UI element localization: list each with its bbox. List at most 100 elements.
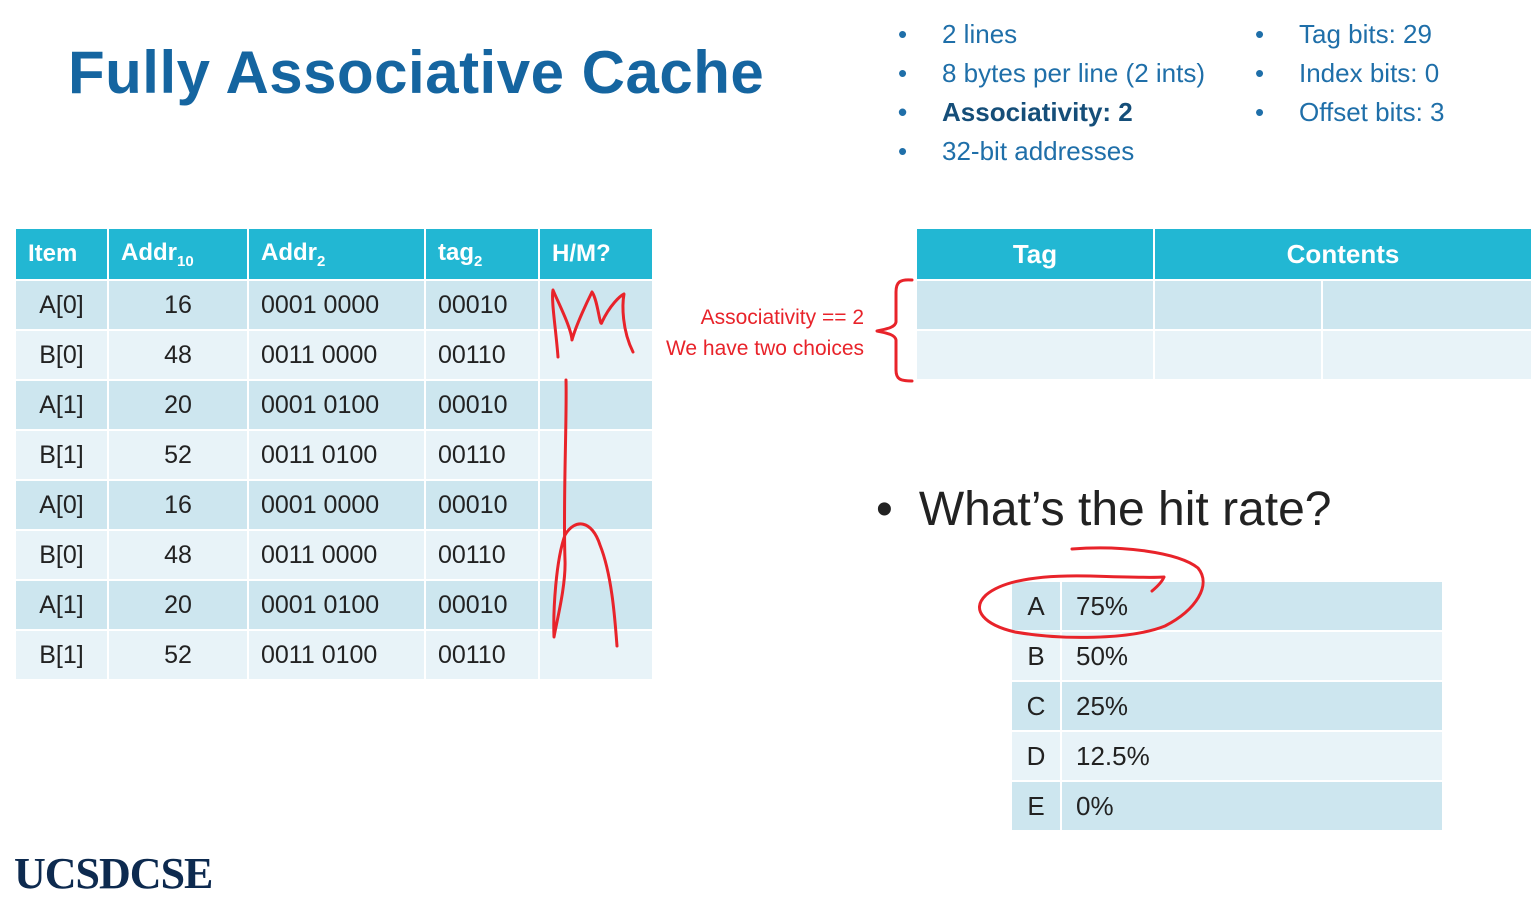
table-row: A[1] 20 0001 0100 00010 <box>14 579 654 631</box>
header-tag2-subscript: 2 <box>474 252 483 270</box>
cell-tag2: 00010 <box>424 579 540 631</box>
cell-addr10: 16 <box>107 279 249 331</box>
cell-tag2: 00110 <box>424 329 540 381</box>
table-row: B[0] 48 0011 0000 00110 <box>14 529 654 581</box>
bullet-index-bits: Index bits: 0 <box>1255 55 1444 94</box>
cell-tag2: 00010 <box>424 279 540 331</box>
answer-option[interactable]: D 12.5% <box>1010 730 1444 782</box>
bullet-dot: • <box>876 483 893 536</box>
cell-hit-miss <box>538 529 654 581</box>
ucsd-cse-logo: UCSDCSE <box>14 849 213 898</box>
annotation-brace <box>875 278 914 383</box>
table-row: A[1] 20 0001 0100 00010 <box>14 379 654 431</box>
cell-addr10: 52 <box>107 429 249 481</box>
header-tag2: tag2 <box>424 227 540 281</box>
cell-addr2: 0001 0000 <box>247 279 426 331</box>
cell-hit-miss <box>538 579 654 631</box>
cell-tag2: 00110 <box>424 629 540 681</box>
annotation-line-1: Associativity == 2 <box>700 306 864 329</box>
bullet-bytes-per-line: 8 bytes per line (2 ints) <box>898 55 1205 94</box>
option-value: 75% <box>1060 580 1444 632</box>
bullet-associativity: Associativity: 2 <box>898 94 1205 133</box>
cell-addr10: 16 <box>107 479 249 531</box>
bullet-address-width: 32-bit addresses <box>898 133 1205 172</box>
header-addr10: Addr10 <box>107 227 249 281</box>
cell-hit-miss <box>538 629 654 681</box>
cell-addr2: 0001 0100 <box>247 379 426 431</box>
cell-addr2: 0011 0100 <box>247 629 426 681</box>
cell-hit-miss <box>538 429 654 481</box>
cell-item: B[1] <box>14 429 109 481</box>
header-addr2-subscript: 2 <box>317 252 326 270</box>
cell-tag2: 00010 <box>424 379 540 431</box>
cell-item: A[0] <box>14 479 109 531</box>
cache-contents-cell <box>1153 279 1323 331</box>
table-header-row: Item Addr10 Addr2 tag2 H/M? <box>14 227 654 281</box>
option-value: 12.5% <box>1060 730 1444 782</box>
answer-option[interactable]: A 75% <box>1010 580 1444 632</box>
bullet-tag-bits: Tag bits: 29 <box>1255 16 1444 55</box>
option-letter: B <box>1010 630 1062 682</box>
cell-addr10: 20 <box>107 379 249 431</box>
table-row: B[1] 52 0011 0100 00110 <box>14 629 654 681</box>
cell-item: B[1] <box>14 629 109 681</box>
option-value: 0% <box>1060 780 1444 832</box>
header-tag: Tag <box>915 227 1155 281</box>
cell-item: B[0] <box>14 529 109 581</box>
bullet-offset-bits: Offset bits: 3 <box>1255 94 1444 133</box>
cache-line-row <box>915 329 1533 381</box>
cell-addr10: 48 <box>107 529 249 581</box>
slide-title: Fully Associative Cache <box>68 39 765 106</box>
option-value: 25% <box>1060 680 1444 732</box>
cell-addr2: 0011 0000 <box>247 329 426 381</box>
cell-hit-miss <box>538 279 654 331</box>
cell-addr10: 52 <box>107 629 249 681</box>
cell-addr10: 48 <box>107 329 249 381</box>
table-row: B[1] 52 0011 0100 00110 <box>14 429 654 481</box>
header-item: Item <box>14 227 109 281</box>
table-header-row: Tag Contents <box>915 227 1533 281</box>
table-row: B[0] 48 0011 0000 00110 <box>14 329 654 381</box>
annotation-line-2: We have two choices <box>665 337 864 360</box>
question-text: What’s the hit rate? <box>918 483 1332 536</box>
access-sequence-table: Item Addr10 Addr2 tag2 H/M? A[0] 16 0001… <box>14 227 654 681</box>
answer-option[interactable]: B 50% <box>1010 630 1444 682</box>
header-addr10-subscript: 10 <box>177 252 194 270</box>
cell-item: B[0] <box>14 329 109 381</box>
cache-contents-cell <box>1321 279 1533 331</box>
cache-lines-table: Tag Contents <box>915 227 1533 381</box>
cell-addr2: 0001 0100 <box>247 579 426 631</box>
cell-addr2: 0011 0000 <box>247 529 426 581</box>
header-hit-miss: H/M? <box>538 227 654 281</box>
cache-contents-cell <box>1153 329 1323 381</box>
cell-tag2: 00010 <box>424 479 540 531</box>
table-row: A[0] 16 0001 0000 00010 <box>14 479 654 531</box>
cell-tag2: 00110 <box>424 529 540 581</box>
option-letter: D <box>1010 730 1062 782</box>
associativity-annotation: Associativity == 2 We have two choices <box>664 302 864 364</box>
cache-tag-cell <box>915 279 1155 331</box>
table-row: A[0] 16 0001 0000 00010 <box>14 279 654 331</box>
answer-option[interactable]: E 0% <box>1010 780 1444 832</box>
answer-option[interactable]: C 25% <box>1010 680 1444 732</box>
cell-tag2: 00110 <box>424 429 540 481</box>
option-letter: A <box>1010 580 1062 632</box>
header-contents: Contents <box>1153 227 1533 281</box>
cell-addr2: 0011 0100 <box>247 429 426 481</box>
cell-hit-miss <box>538 379 654 431</box>
cache-line-row <box>915 279 1533 331</box>
answer-options-table: A 75% B 50% C 25% D 12.5% E 0% <box>1010 580 1444 832</box>
cell-item: A[1] <box>14 379 109 431</box>
cell-addr2: 0001 0000 <box>247 479 426 531</box>
cell-hit-miss <box>538 329 654 381</box>
cache-contents-cell <box>1321 329 1533 381</box>
quiz-question: • What’s the hit rate? <box>876 482 1331 537</box>
header-addr2: Addr2 <box>247 227 426 281</box>
cell-addr10: 20 <box>107 579 249 631</box>
option-value: 50% <box>1060 630 1444 682</box>
cache-tag-cell <box>915 329 1155 381</box>
option-letter: C <box>1010 680 1062 732</box>
bit-breakdown-list: Tag bits: 29 Index bits: 0 Offset bits: … <box>1255 16 1444 133</box>
cache-parameters-list: 2 lines 8 bytes per line (2 ints) Associ… <box>898 16 1205 172</box>
cell-item: A[1] <box>14 579 109 631</box>
